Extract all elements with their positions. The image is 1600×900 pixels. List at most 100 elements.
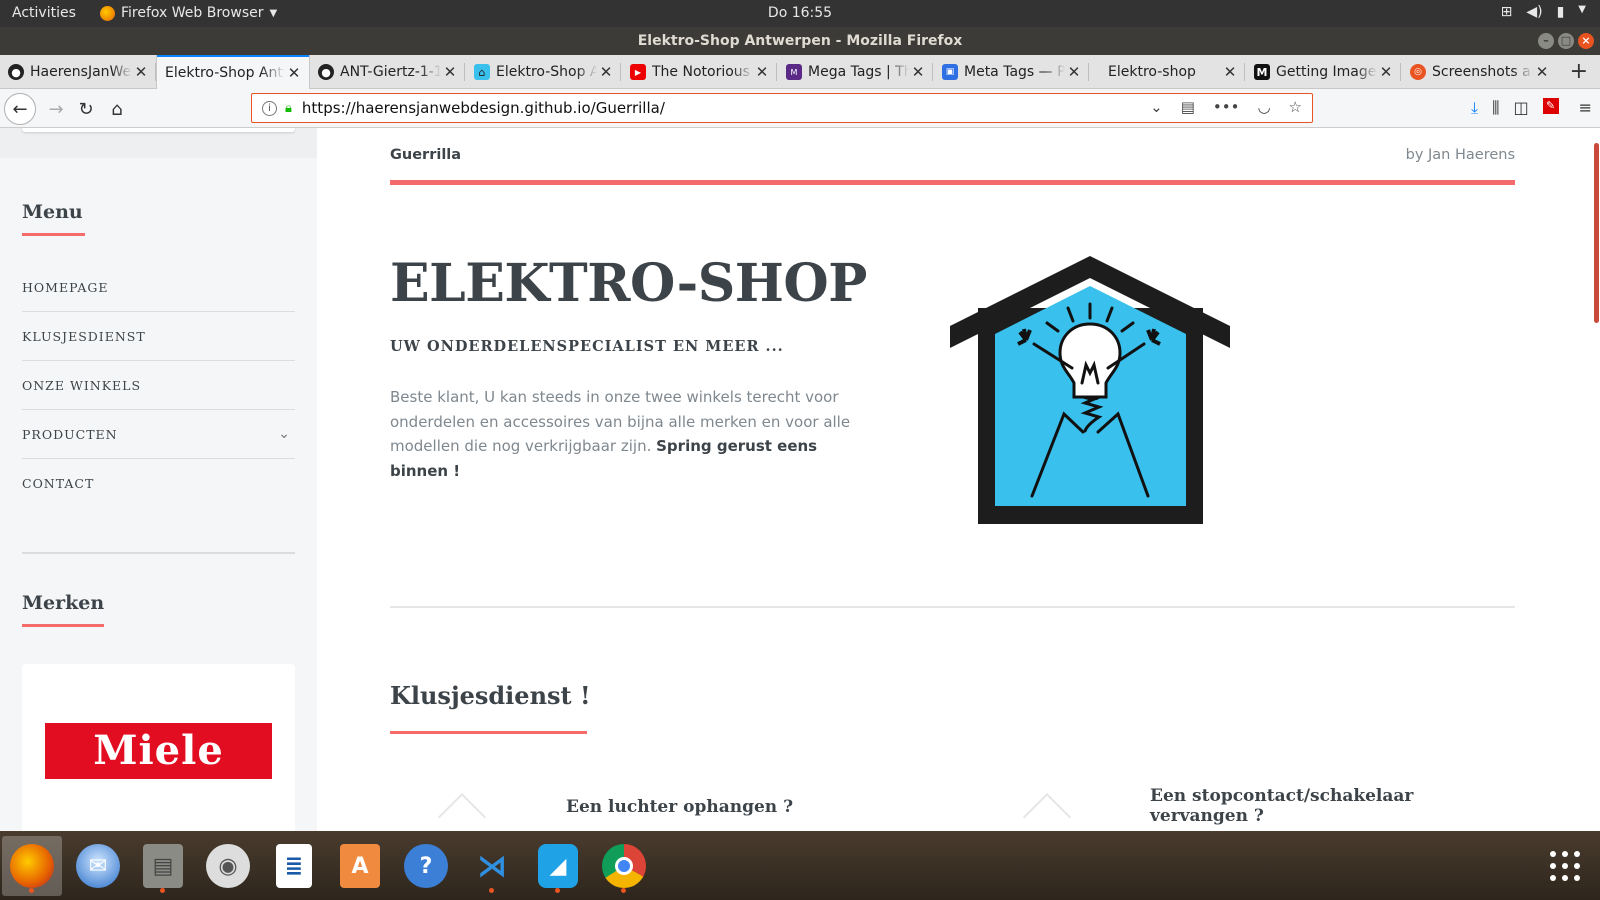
dock-writer[interactable]: ≣ bbox=[264, 836, 324, 896]
tab-mega-tags[interactable]: M Mega Tags | The ✕ bbox=[778, 55, 933, 89]
menu-item-contact[interactable]: CONTACT bbox=[22, 459, 295, 508]
close-tab-icon[interactable]: ✕ bbox=[1065, 63, 1083, 81]
sidebar-search-input[interactable] bbox=[22, 128, 295, 132]
thunderbird-icon: ✉ bbox=[76, 844, 120, 888]
close-tab-icon[interactable]: ✕ bbox=[441, 63, 459, 81]
github-icon: ● bbox=[318, 64, 334, 80]
reader-view-icon[interactable]: ▤ bbox=[1181, 98, 1195, 116]
feature-1-icon-frame bbox=[437, 792, 487, 831]
app-menu-label: Firefox Web Browser bbox=[121, 5, 264, 21]
menu-divider bbox=[22, 552, 295, 554]
lock-icon: 🔒︎ bbox=[285, 100, 292, 116]
menu-title-underline bbox=[22, 233, 85, 236]
page-actions-icon[interactable]: ••• bbox=[1213, 98, 1240, 116]
library-icon[interactable]: ⫼ bbox=[1492, 98, 1499, 118]
sidebar-menu: HOMEPAGE KLUSJESDIENST ONZE WINKELS PROD… bbox=[22, 263, 295, 508]
dropdown-chevron-icon[interactable]: ⌄ bbox=[1150, 98, 1163, 116]
tab-notorious[interactable]: ▶ The Notorious B.I.G. ✕ bbox=[622, 55, 777, 89]
close-window-button[interactable]: × bbox=[1578, 33, 1594, 49]
dock-chrome[interactable] bbox=[594, 836, 654, 896]
header-underline bbox=[390, 180, 1515, 185]
dock-firefox[interactable] bbox=[2, 836, 62, 896]
dock-thunderbird[interactable]: ✉ bbox=[68, 836, 128, 896]
chevron-down-icon[interactable]: ⌄ bbox=[278, 426, 291, 442]
dock-help[interactable]: ? bbox=[396, 836, 456, 896]
activities-button[interactable]: Activities bbox=[12, 5, 76, 21]
tab-getting-images[interactable]: M Getting Images ✕ bbox=[1246, 55, 1401, 89]
close-tab-icon[interactable]: ✕ bbox=[597, 63, 615, 81]
hamburger-menu-icon[interactable]: ≡ bbox=[1579, 98, 1592, 118]
new-tab-button[interactable]: + bbox=[1570, 59, 1588, 84]
url-bar[interactable]: i 🔒︎ https://haerensjanwebdesign.github.… bbox=[251, 93, 1313, 123]
back-button[interactable]: ← bbox=[4, 93, 36, 125]
menu-item-onze-winkels[interactable]: ONZE WINKELS bbox=[22, 361, 295, 410]
app-menu[interactable]: Firefox Web Browser ▼ bbox=[100, 5, 277, 21]
menu-item-klusjesdienst[interactable]: KLUSJESDIENST bbox=[22, 312, 295, 361]
tab-haerensjanwebdesign[interactable]: ● HaerensJanWebDesign ✕ bbox=[0, 55, 156, 89]
network-icon: ⊞ bbox=[1500, 4, 1513, 20]
scrollbar-thumb[interactable] bbox=[1594, 143, 1599, 323]
author-text: by Jan Haerens bbox=[1405, 147, 1515, 163]
miele-logo[interactable]: Miele bbox=[45, 723, 272, 779]
page-scrollbar[interactable] bbox=[1590, 128, 1600, 831]
tab-label: Elektro-Shop Antwerpen bbox=[165, 65, 285, 81]
close-tab-icon[interactable]: ✕ bbox=[285, 64, 303, 82]
tab-elektro-shop-3[interactable]: Elektro-shop ✕ bbox=[1090, 55, 1245, 89]
tab-elektro-shop-active[interactable]: Elektro-Shop Antwerpen ✕ bbox=[157, 55, 309, 89]
navigation-toolbar: ← → ↻ ⌂ i 🔒︎ https://haerensjanwebdesign… bbox=[0, 89, 1600, 128]
forward-button[interactable]: → bbox=[42, 95, 70, 123]
tab-meta-tags[interactable]: ▣ Meta Tags — Preview ✕ bbox=[934, 55, 1089, 89]
close-tab-icon[interactable]: ✕ bbox=[753, 63, 771, 81]
pocket-icon[interactable]: ◡ bbox=[1257, 98, 1270, 116]
reload-button[interactable]: ↻ bbox=[72, 95, 100, 123]
file-cabinet-icon: ▤ bbox=[143, 844, 183, 888]
close-tab-icon[interactable]: ✕ bbox=[1533, 63, 1551, 81]
volume-icon: ◀) bbox=[1526, 4, 1543, 20]
dock: ✉ ▤ ◉ ≣ A ? ⋊ ◢ bbox=[0, 831, 1600, 900]
menu-title: Menu bbox=[22, 201, 83, 223]
editor-icon: ◢ bbox=[538, 844, 578, 888]
clock[interactable]: Do 16:55 bbox=[768, 5, 832, 21]
tab-label: Meta Tags — Preview bbox=[964, 64, 1065, 80]
extension-icon[interactable]: ✎ bbox=[1542, 98, 1559, 114]
sidebar-search-band bbox=[0, 128, 317, 158]
dock-software[interactable]: A bbox=[330, 836, 390, 896]
shopping-bag-icon: A bbox=[340, 844, 380, 888]
banner-title: ELEKTRO-SHOP bbox=[390, 253, 867, 314]
document-icon: ≣ bbox=[276, 844, 312, 888]
menu-item-label: KLUSJESDIENST bbox=[22, 328, 146, 344]
tab-ant-giertz[interactable]: ● ANT-Giertz-1-1 ✕ bbox=[310, 55, 465, 89]
system-tray[interactable]: ⊞ ◀) ▮ ▼ bbox=[1501, 4, 1586, 20]
menu-item-label: CONTACT bbox=[22, 476, 95, 491]
menu-item-label: HOMEPAGE bbox=[22, 279, 109, 295]
close-tab-icon[interactable]: ✕ bbox=[909, 63, 927, 81]
battery-icon: ▮ bbox=[1556, 4, 1565, 20]
url-text[interactable]: https://haerensjanwebdesign.github.io/Gu… bbox=[302, 99, 665, 117]
close-tab-icon[interactable]: ✕ bbox=[1221, 63, 1239, 81]
system-top-bar: Activities Firefox Web Browser ▼ Do 16:5… bbox=[0, 0, 1600, 27]
dock-rhythmbox[interactable]: ◉ bbox=[198, 836, 258, 896]
tab-label: HaerensJanWebDesign bbox=[30, 64, 132, 80]
downloads-icon[interactable]: ⤓ bbox=[1471, 98, 1478, 118]
sidebar: Menu HOMEPAGE KLUSJESDIENST ONZE WINKELS… bbox=[0, 128, 317, 831]
dock-vscode[interactable]: ⋊ bbox=[462, 836, 522, 896]
menu-item-homepage[interactable]: HOMEPAGE bbox=[22, 263, 295, 312]
dock-files[interactable]: ▤ bbox=[133, 836, 193, 896]
show-applications-icon[interactable] bbox=[1550, 851, 1580, 881]
feature-2-title: Een stopcontact/schakelaar vervangen ? bbox=[1150, 786, 1414, 826]
bookmark-star-icon[interactable]: ☆ bbox=[1289, 98, 1302, 116]
maximize-button[interactable]: □ bbox=[1558, 33, 1574, 49]
close-tab-icon[interactable]: ✕ bbox=[132, 63, 150, 81]
sidebar-toggle-icon[interactable]: ◫ bbox=[1513, 98, 1528, 118]
home-button[interactable]: ⌂ bbox=[103, 95, 131, 123]
info-icon[interactable]: i bbox=[262, 100, 277, 116]
menu-item-producten[interactable]: PRODUCTEN ⌄ bbox=[22, 410, 295, 459]
close-tab-icon[interactable]: ✕ bbox=[1377, 63, 1395, 81]
menu-item-label: PRODUCTEN bbox=[22, 426, 118, 442]
dock-editor[interactable]: ◢ bbox=[528, 836, 588, 896]
section-title-underline bbox=[390, 731, 587, 734]
minimize-button[interactable]: – bbox=[1538, 33, 1554, 49]
site-name-link[interactable]: Guerrilla bbox=[390, 147, 461, 163]
tab-elektro-shop-2[interactable]: ⌂ Elektro-Shop Antwerpen ✕ bbox=[466, 55, 621, 89]
tab-screenshots[interactable]: ◎ Screenshots and ✕ bbox=[1402, 55, 1557, 89]
